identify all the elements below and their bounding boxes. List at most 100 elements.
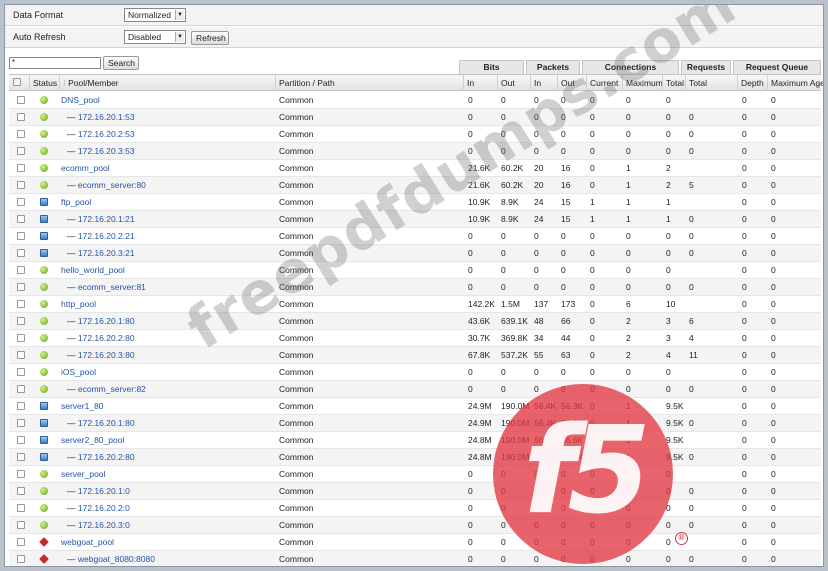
- member-row[interactable]: — 172.16.20.3:80 Common 67.8K 537.2K 55 63 0 2 4…: [9, 347, 821, 364]
- col-req-total[interactable]: Total: [685, 75, 737, 91]
- member-row[interactable]: — 172.16.20.1:21 Common 10.9K 8.9K 24 15 1 1 1 0 0…: [9, 211, 821, 228]
- col-depth[interactable]: Depth: [737, 75, 767, 91]
- search-input[interactable]: *: [9, 57, 101, 69]
- pool-link[interactable]: ecomm_pool: [61, 163, 110, 173]
- member-link[interactable]: 172.16.20.3:80: [78, 350, 135, 360]
- row-checkbox[interactable]: [17, 419, 25, 427]
- col-status[interactable]: Status: [29, 75, 59, 91]
- pool-row[interactable]: DNS_pool Common 0 0 0 0 0 0 0 0 0: [9, 92, 821, 109]
- row-checkbox[interactable]: [17, 436, 25, 444]
- member-row[interactable]: — ecomm_server:80 Common 21.6K 60.2K 20 16 0 1 2…: [9, 177, 821, 194]
- pool-row[interactable]: ftp_pool Common 10.9K 8.9K 24 15 1 1 1 0 0: [9, 194, 821, 211]
- pool-link[interactable]: server_pool: [61, 469, 105, 479]
- row-checkbox[interactable]: [17, 266, 25, 274]
- pool-row[interactable]: server1_80 Common 24.9M 190.0M 56.4K 56.3K 0 1 9…: [9, 398, 821, 415]
- pool-row[interactable]: server_pool Common 0 0 0 0 0 0 0 0 0: [9, 466, 821, 483]
- member-row[interactable]: — 172.16.20.2:80 Common 30.7K 369.8K 34 44 0 2 3…: [9, 330, 821, 347]
- member-link[interactable]: webgoat_8080:8080: [78, 554, 155, 564]
- col-packets-in[interactable]: In: [530, 75, 557, 91]
- member-row[interactable]: — 172.16.20.2:53 Common 0 0 0 0 0 0 0 0 0 0: [9, 126, 821, 143]
- member-row[interactable]: — 172.16.20.2:21 Common 0 0 0 0 0 0 0 0 0 0: [9, 228, 821, 245]
- member-row[interactable]: — 172.16.20.2:0 Common 0 0 0 0 0 0 0 0 0 0: [9, 500, 821, 517]
- pool-link[interactable]: http_pool: [61, 299, 96, 309]
- member-row[interactable]: — 172.16.20.3:21 Common 0 0 0 0 0 0 0 0 0 0: [9, 245, 821, 262]
- member-link[interactable]: 172.16.20.1:80: [78, 316, 135, 326]
- pool-row[interactable]: http_pool Common 142.2K 1.5M 137 173 0 6 10 0 0: [9, 296, 821, 313]
- pool-row[interactable]: iOS_pool Common 0 0 0 0 0 0 0 0 0: [9, 364, 821, 381]
- member-link[interactable]: 172.16.20.3:0: [78, 520, 130, 530]
- col-bits-out[interactable]: Out: [497, 75, 530, 91]
- pool-row[interactable]: server2_80_pool Common 24.8M 190.0M 56.3K 56.…: [9, 432, 821, 449]
- member-link[interactable]: 172.16.20.3:21: [78, 248, 135, 258]
- data-format-select[interactable]: Normalized ▼: [124, 8, 186, 22]
- pool-link[interactable]: webgoat_pool: [61, 537, 114, 547]
- member-link[interactable]: 172.16.20.1:21: [78, 214, 135, 224]
- member-row[interactable]: — webgoat_8080:8080 Common 0 0 0 0 0 0 0 0 0 0: [9, 551, 821, 566]
- pool-link[interactable]: server2_80_pool: [61, 435, 124, 445]
- col-partition[interactable]: Partition / Path: [275, 75, 463, 91]
- row-checkbox[interactable]: [17, 453, 25, 461]
- row-checkbox[interactable]: [17, 164, 25, 172]
- row-checkbox[interactable]: [17, 283, 25, 291]
- pool-row[interactable]: webgoat_pool Common 0 0 0 0 0 0 0 0 0: [9, 534, 821, 551]
- row-checkbox[interactable]: [17, 538, 25, 546]
- select-all-checkbox[interactable]: [13, 78, 21, 86]
- member-link[interactable]: 172.16.20.2:0: [78, 503, 130, 513]
- member-row[interactable]: — ecomm_server:82 Common 0 0 0 0 0 0 0 0 0 0: [9, 381, 821, 398]
- row-checkbox[interactable]: [17, 249, 25, 257]
- search-button[interactable]: Search: [103, 56, 139, 70]
- pool-row[interactable]: ecomm_pool Common 21.6K 60.2K 20 16 0 1 2 0 0: [9, 160, 821, 177]
- row-checkbox[interactable]: [17, 300, 25, 308]
- member-row[interactable]: — 172.16.20.1:80 Common 24.9M 190.0M 56.4K 56…: [9, 415, 821, 432]
- member-link[interactable]: ecomm_server:81: [78, 282, 146, 292]
- auto-refresh-select[interactable]: Disabled ▼: [124, 30, 186, 44]
- member-link[interactable]: 172.16.20.1:80: [78, 418, 135, 428]
- member-row[interactable]: — 172.16.20.1:53 Common 0 0 0 0 0 0 0 0 0 0: [9, 109, 821, 126]
- row-checkbox[interactable]: [17, 555, 25, 563]
- row-checkbox[interactable]: [17, 470, 25, 478]
- member-link[interactable]: 172.16.20.2:80: [78, 452, 135, 462]
- row-checkbox[interactable]: [17, 96, 25, 104]
- row-checkbox[interactable]: [17, 147, 25, 155]
- col-max-age[interactable]: Maximum Age: [767, 75, 823, 91]
- row-checkbox[interactable]: [17, 198, 25, 206]
- pool-row[interactable]: hello_world_pool Common 0 0 0 0 0 0 0 0 0: [9, 262, 821, 279]
- row-checkbox[interactable]: [17, 130, 25, 138]
- col-total[interactable]: Total: [662, 75, 685, 91]
- member-link[interactable]: 172.16.20.1:53: [78, 112, 135, 122]
- refresh-button[interactable]: Refresh: [191, 31, 229, 45]
- col-pool-member[interactable]: ⁝ Pool/Member: [59, 75, 275, 91]
- member-link[interactable]: 172.16.20.3:53: [78, 146, 135, 156]
- row-checkbox[interactable]: [17, 181, 25, 189]
- pool-link[interactable]: server1_80: [61, 401, 104, 411]
- member-link[interactable]: 172.16.20.2:53: [78, 129, 135, 139]
- col-bits-in[interactable]: In: [463, 75, 497, 91]
- row-checkbox[interactable]: [17, 113, 25, 121]
- row-checkbox[interactable]: [17, 351, 25, 359]
- row-checkbox[interactable]: [17, 385, 25, 393]
- member-link[interactable]: ecomm_server:80: [78, 180, 146, 190]
- row-checkbox[interactable]: [17, 215, 25, 223]
- row-checkbox[interactable]: [17, 487, 25, 495]
- member-link[interactable]: ecomm_server:82: [78, 384, 146, 394]
- member-link[interactable]: 172.16.20.1:0: [78, 486, 130, 496]
- member-row[interactable]: — 172.16.20.1:0 Common 0 0 0 0 0 0 0 0 0 0: [9, 483, 821, 500]
- member-link[interactable]: 172.16.20.2:80: [78, 333, 135, 343]
- row-checkbox[interactable]: [17, 317, 25, 325]
- row-checkbox[interactable]: [17, 368, 25, 376]
- pool-link[interactable]: ftp_pool: [61, 197, 91, 207]
- row-checkbox[interactable]: [17, 504, 25, 512]
- col-packets-out[interactable]: Out: [557, 75, 586, 91]
- col-current[interactable]: Current: [586, 75, 622, 91]
- member-row[interactable]: — 172.16.20.3:53 Common 0 0 0 0 0 0 0 0 0 0: [9, 143, 821, 160]
- member-row[interactable]: — 172.16.20.1:80 Common 43.6K 639.1K 48 66 0 2 3…: [9, 313, 821, 330]
- member-link[interactable]: 172.16.20.2:21: [78, 231, 135, 241]
- member-row[interactable]: — 172.16.20.3:0 Common 0 0 0 0 0 0 0 0 0 0: [9, 517, 821, 534]
- row-checkbox[interactable]: [17, 521, 25, 529]
- member-row[interactable]: — 172.16.20.2:80 Common 24.8M 190.0M 56.3K 56…: [9, 449, 821, 466]
- row-checkbox[interactable]: [17, 232, 25, 240]
- pool-link[interactable]: hello_world_pool: [61, 265, 125, 275]
- member-row[interactable]: — ecomm_server:81 Common 0 0 0 0 0 0 0 0 0 0: [9, 279, 821, 296]
- pool-link[interactable]: iOS_pool: [61, 367, 96, 377]
- col-maximum[interactable]: Maximum: [622, 75, 663, 91]
